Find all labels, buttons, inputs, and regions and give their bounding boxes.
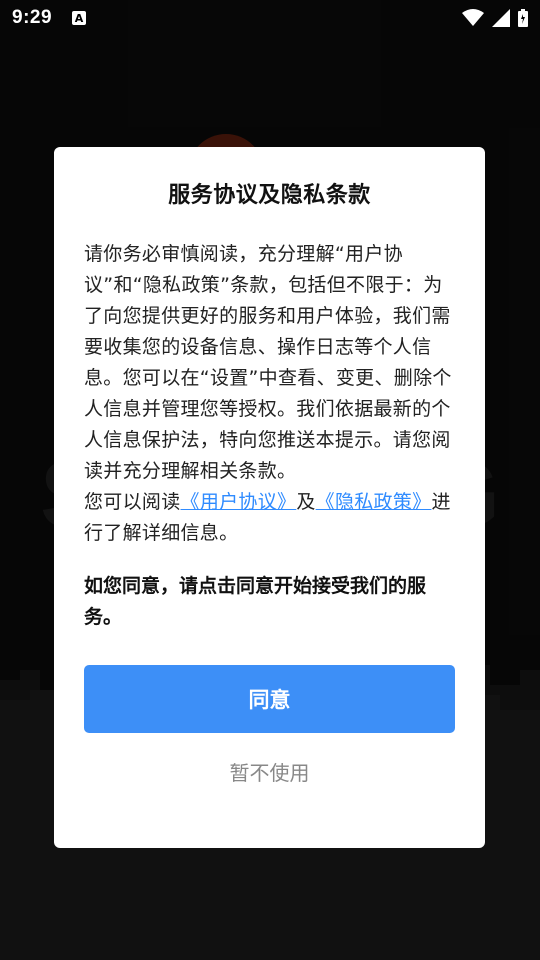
status-icons	[462, 9, 528, 27]
privacy-policy-link[interactable]: 《隐私政策》	[316, 491, 432, 513]
cell-signal-icon	[492, 9, 510, 27]
decline-button[interactable]: 暂不使用	[84, 757, 455, 786]
status-time: 9:29	[12, 7, 53, 28]
privacy-dialog: 服务协议及隐私条款 请你务必审慎阅读，充分理解“用户协议”和“隐私政策”条款，包…	[54, 147, 485, 848]
status-bar: 9:29 A	[0, 0, 540, 36]
consent-text: 如您同意，请点击同意开始接受我们的服务。	[84, 575, 427, 628]
notification-a-icon: A	[72, 11, 87, 25]
dialog-body: 请你务必审慎阅读，充分理解“用户协议”和“隐私政策”条款，包括但不限于：为了向您…	[84, 239, 455, 549]
wifi-icon	[462, 9, 484, 26]
dialog-title: 服务协议及隐私条款	[168, 183, 371, 208]
links-and: 及	[296, 491, 316, 513]
links-paragraph: 您可以阅读《用户协议》及《隐私政策》进行了解详细信息。	[84, 487, 455, 549]
agree-button[interactable]: 同意	[84, 665, 455, 733]
user-agreement-link[interactable]: 《用户协议》	[181, 491, 297, 513]
battery-icon	[518, 9, 528, 27]
links-prefix: 您可以阅读	[84, 491, 181, 513]
screen: 9:29 A S G 服务协议及隐私条款 请你务必审慎阅读，充分理解“用户协议”…	[0, 0, 540, 960]
terms-paragraph: 请你务必审慎阅读，充分理解“用户协议”和“隐私政策”条款，包括但不限于：为了向您…	[84, 243, 452, 482]
